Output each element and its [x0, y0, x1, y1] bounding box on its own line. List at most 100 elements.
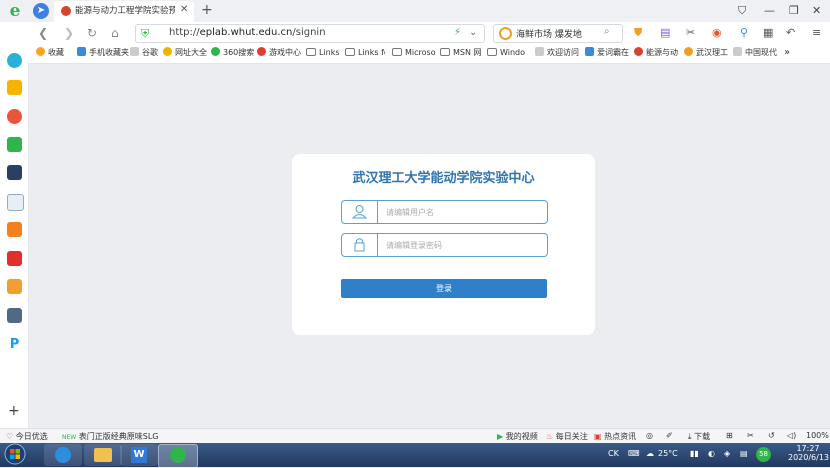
my-videos-link[interactable]: ▶ 我的视频 — [497, 431, 538, 442]
tray-icon-3[interactable]: ▤ — [740, 449, 748, 458]
minimize-button[interactable]: — — [764, 4, 775, 17]
bookmark-item[interactable]: 中国现代 — [733, 47, 779, 59]
username-field[interactable] — [341, 200, 548, 224]
bookmark-item[interactable]: Windo — [487, 47, 527, 59]
bookmark-item[interactable]: Microso — [392, 47, 436, 59]
security-shield-icon[interactable]: ⛨ — [141, 27, 149, 41]
daily-focus-link[interactable]: ♨ 每日关注 — [546, 431, 588, 442]
taskbar-wps-icon[interactable]: W — [120, 444, 158, 466]
hot-news-link[interactable]: ▣ 热点资讯 — [594, 431, 636, 442]
restore-icon[interactable]: ↺ — [768, 431, 775, 440]
input-language[interactable]: CK — [608, 449, 619, 458]
search-icon[interactable]: ⌕ — [604, 26, 610, 37]
taskbar: W CK ⌨ ☁ 25°C ▮▮ ◐ ◈ ▤ 58 17:27 2020/6/1… — [0, 443, 830, 468]
taskbar-explorer-icon[interactable] — [84, 444, 122, 466]
zoom-level[interactable]: 100% — [806, 431, 829, 440]
search-engine-icon[interactable] — [499, 27, 512, 40]
bookmark-item[interactable]: Links fo — [345, 47, 385, 59]
bookmark-item[interactable]: 360搜索 — [211, 47, 254, 59]
login-button[interactable]: 登录 — [341, 279, 547, 298]
url-text[interactable]: http://eplab.whut.edu.cn/signin — [169, 27, 326, 38]
password-field[interactable] — [341, 233, 548, 257]
mail-icon[interactable] — [7, 137, 22, 152]
document-icon[interactable] — [7, 194, 24, 211]
bookmark-item[interactable]: 收藏 — [36, 47, 64, 59]
speed-mode-icon[interactable]: ⚡ — [454, 27, 461, 38]
tab-close-icon[interactable]: ✕ — [180, 4, 188, 15]
volume-icon[interactable]: ◁) — [787, 431, 796, 440]
search-box[interactable]: 海鲜市场 爆发地 ⌕ — [493, 24, 623, 43]
logo-icon — [634, 47, 643, 56]
back-button[interactable]: ❮ — [38, 26, 48, 40]
security-badge[interactable]: 58 — [756, 447, 771, 462]
apps-grid-icon[interactable]: ▦ — [763, 26, 773, 39]
close-button[interactable]: ✕ — [812, 4, 821, 17]
bookmark-item[interactable]: 谷歌 — [130, 47, 158, 59]
search-input[interactable]: 海鲜市场 爆发地 — [516, 27, 582, 40]
skin-icon[interactable]: ⛉ — [738, 4, 746, 18]
folder-icon — [345, 48, 355, 56]
restore-button[interactable]: ❐ — [789, 4, 799, 17]
tray-icon-1[interactable]: ◐ — [708, 449, 715, 458]
favorites-star-icon[interactable] — [7, 80, 22, 95]
tray-icon-2[interactable]: ◈ — [724, 449, 730, 458]
magnifier-icon[interactable]: ⚲ — [740, 26, 748, 39]
bookmarks-more-button[interactable]: » — [784, 47, 790, 59]
start-button[interactable] — [4, 443, 26, 465]
forward-button[interactable]: ❯ — [64, 26, 74, 40]
translate-icon[interactable] — [7, 53, 22, 68]
broom-icon[interactable]: ✐ — [666, 431, 673, 440]
cut-icon[interactable]: ✂ — [747, 431, 754, 440]
undo-icon[interactable]: ↶ — [786, 26, 795, 39]
clock[interactable]: 17:27 2020/6/13 — [788, 444, 829, 462]
weather-temp[interactable]: 25°C — [658, 449, 678, 458]
promo-link[interactable]: NEW 表门正版经典原味SLG — [62, 431, 159, 442]
username-input[interactable] — [386, 205, 536, 219]
navigate-icon[interactable]: ➤ — [33, 3, 49, 19]
bookmark-item[interactable]: 能源与动 — [634, 47, 680, 59]
game-app-2-icon[interactable] — [7, 308, 22, 323]
address-bar[interactable]: ⛨ http://eplab.whut.edu.cn/signin ⚡ ⌄ — [135, 24, 485, 43]
bookmark-item[interactable]: 网址大全 — [163, 47, 207, 59]
tab-active[interactable]: 能源与动力工程学院实验预约平 ✕ — [54, 1, 194, 22]
news-icon: ▣ — [594, 432, 602, 441]
bookmarks-bar: 收藏 手机收藏夹 谷歌 网址大全 360搜索 游戏中心 Links Links … — [0, 44, 830, 64]
shopping-icon[interactable] — [7, 222, 22, 237]
home-button[interactable]: ⌂ — [111, 26, 119, 40]
gamepad-icon[interactable]: ◉ — [712, 26, 722, 39]
p-app-icon[interactable]: P — [7, 337, 22, 352]
bookmark-item[interactable]: 爱词霸在 — [585, 47, 631, 59]
bookmark-item[interactable]: 游戏中心 — [257, 47, 301, 59]
bookmark-item[interactable]: MSN 网 — [440, 47, 482, 59]
folder-icon — [487, 48, 497, 56]
bookmark-item[interactable]: 欢迎访问 — [535, 47, 581, 59]
menu-icon[interactable]: ≡ — [812, 26, 821, 39]
video-app-icon[interactable] — [7, 251, 22, 266]
weibo-icon[interactable] — [7, 109, 22, 124]
screenshot-icon[interactable]: ⊞ — [726, 431, 733, 440]
folder-icon — [306, 48, 316, 56]
browser-logo-icon[interactable]: e — [6, 2, 24, 20]
bookmark-item[interactable]: 武汉理工 — [684, 47, 730, 59]
bookmark-item[interactable]: 手机收藏夹 — [77, 47, 129, 59]
keyboard-icon[interactable]: ⌨ — [628, 449, 640, 458]
sidebar-add-icon[interactable]: + — [8, 403, 20, 419]
weather-icon[interactable]: ☁ — [646, 449, 654, 458]
page-icon — [130, 47, 139, 56]
speed-icon[interactable]: ◎ — [646, 431, 653, 440]
download-link[interactable]: ⤓ 下载 — [688, 431, 710, 442]
network-icon[interactable]: ▮▮ — [690, 449, 699, 458]
new-tab-button[interactable]: + — [201, 2, 213, 18]
scissors-icon[interactable]: ✂ — [686, 26, 695, 39]
today-picks-link[interactable]: ♡ 今日优选 — [6, 431, 48, 442]
taskbar-ie-icon[interactable] — [44, 444, 82, 466]
password-input[interactable] — [386, 238, 536, 252]
game-app-icon[interactable] — [7, 279, 22, 294]
chevron-down-icon[interactable]: ⌄ — [469, 27, 477, 38]
shield-extension-icon[interactable]: ⛊ — [634, 26, 642, 40]
notes-extension-icon[interactable]: ▤ — [660, 26, 670, 39]
news-app-icon[interactable] — [7, 165, 22, 180]
bookmark-item[interactable]: Links — [306, 47, 346, 59]
taskbar-browser-icon[interactable] — [158, 444, 198, 468]
refresh-button[interactable]: ↻ — [87, 26, 97, 40]
